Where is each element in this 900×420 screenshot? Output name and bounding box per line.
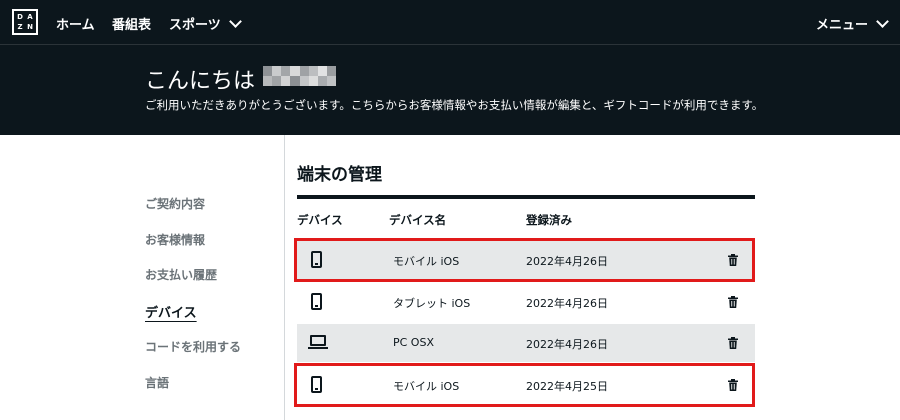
nav-home-link[interactable]: ホーム	[56, 14, 95, 33]
logo-letter-n: N	[27, 22, 33, 31]
device-row: PC OSX 2022年4月26日	[297, 324, 755, 362]
account-hero: こんにちは ご利用いただきありがとうございます。こちらからお客様情報やお支払い情…	[0, 45, 900, 135]
sidebar-divider	[284, 135, 285, 420]
trash-icon[interactable]	[728, 296, 738, 308]
sidebar-item-contract[interactable]: ご契約内容	[145, 195, 205, 212]
nav-menu-label: メニュー	[816, 18, 869, 33]
device-name: PC OSX	[393, 336, 434, 349]
device-row: モバイル iOS 2022年4月26日	[297, 241, 755, 279]
greeting-heading: こんにちは	[145, 69, 256, 94]
registered-date: 2022年4月25日	[526, 380, 608, 393]
logo-letter-a: A	[27, 12, 33, 21]
title-divider	[297, 195, 755, 199]
nav-schedule-link[interactable]: 番組表	[112, 14, 151, 33]
nav-menu-dropdown[interactable]: メニュー	[816, 14, 889, 33]
device-name: タブレット iOS	[393, 297, 471, 310]
nav-sports-label: スポーツ	[169, 18, 221, 33]
logo-letter-d: D	[17, 12, 23, 21]
smartphone-icon	[311, 293, 322, 310]
sidebar-item-redeem-code[interactable]: コードを利用する	[145, 338, 241, 355]
account-description: ご利用いただきありがとうございます。こちらからお客様情報やお支払い情報が編集と、…	[145, 98, 764, 112]
logo-letter-z: Z	[17, 22, 23, 31]
registered-date: 2022年4月26日	[526, 297, 608, 310]
sidebar-item-customer-info[interactable]: お客様情報	[145, 231, 205, 248]
column-header-device-name: デバイス名	[389, 213, 447, 227]
device-row: タブレット iOS 2022年4月26日	[297, 283, 755, 321]
smartphone-icon	[311, 251, 322, 268]
blurred-username	[263, 66, 336, 86]
nav-sports-dropdown[interactable]: スポーツ	[169, 14, 242, 33]
column-header-device: デバイス	[297, 213, 343, 227]
chevron-down-icon	[228, 15, 242, 28]
sidebar-item-devices[interactable]: デバイス	[145, 302, 197, 321]
top-navigation-bar: D A Z N ホーム 番組表 スポーツ メニュー	[0, 0, 900, 45]
trash-icon[interactable]	[728, 254, 738, 266]
trash-icon[interactable]	[728, 379, 738, 391]
device-row: モバイル iOS 2022年4月25日	[297, 366, 755, 404]
dazn-logo[interactable]: D A Z N	[12, 9, 38, 35]
page-title: 端末の管理	[297, 165, 382, 185]
registered-date: 2022年4月26日	[526, 338, 608, 351]
device-name: モバイル iOS	[393, 255, 460, 268]
registered-date: 2022年4月26日	[526, 255, 608, 268]
laptop-icon	[308, 334, 331, 351]
device-name: モバイル iOS	[393, 380, 460, 393]
sidebar-item-payment-history[interactable]: お支払い履歴	[145, 266, 217, 283]
sidebar-item-language[interactable]: 言語	[145, 374, 169, 391]
trash-icon[interactable]	[728, 337, 738, 349]
smartphone-icon	[311, 376, 322, 393]
chevron-down-icon	[876, 15, 889, 28]
column-header-registered: 登録済み	[526, 213, 572, 227]
